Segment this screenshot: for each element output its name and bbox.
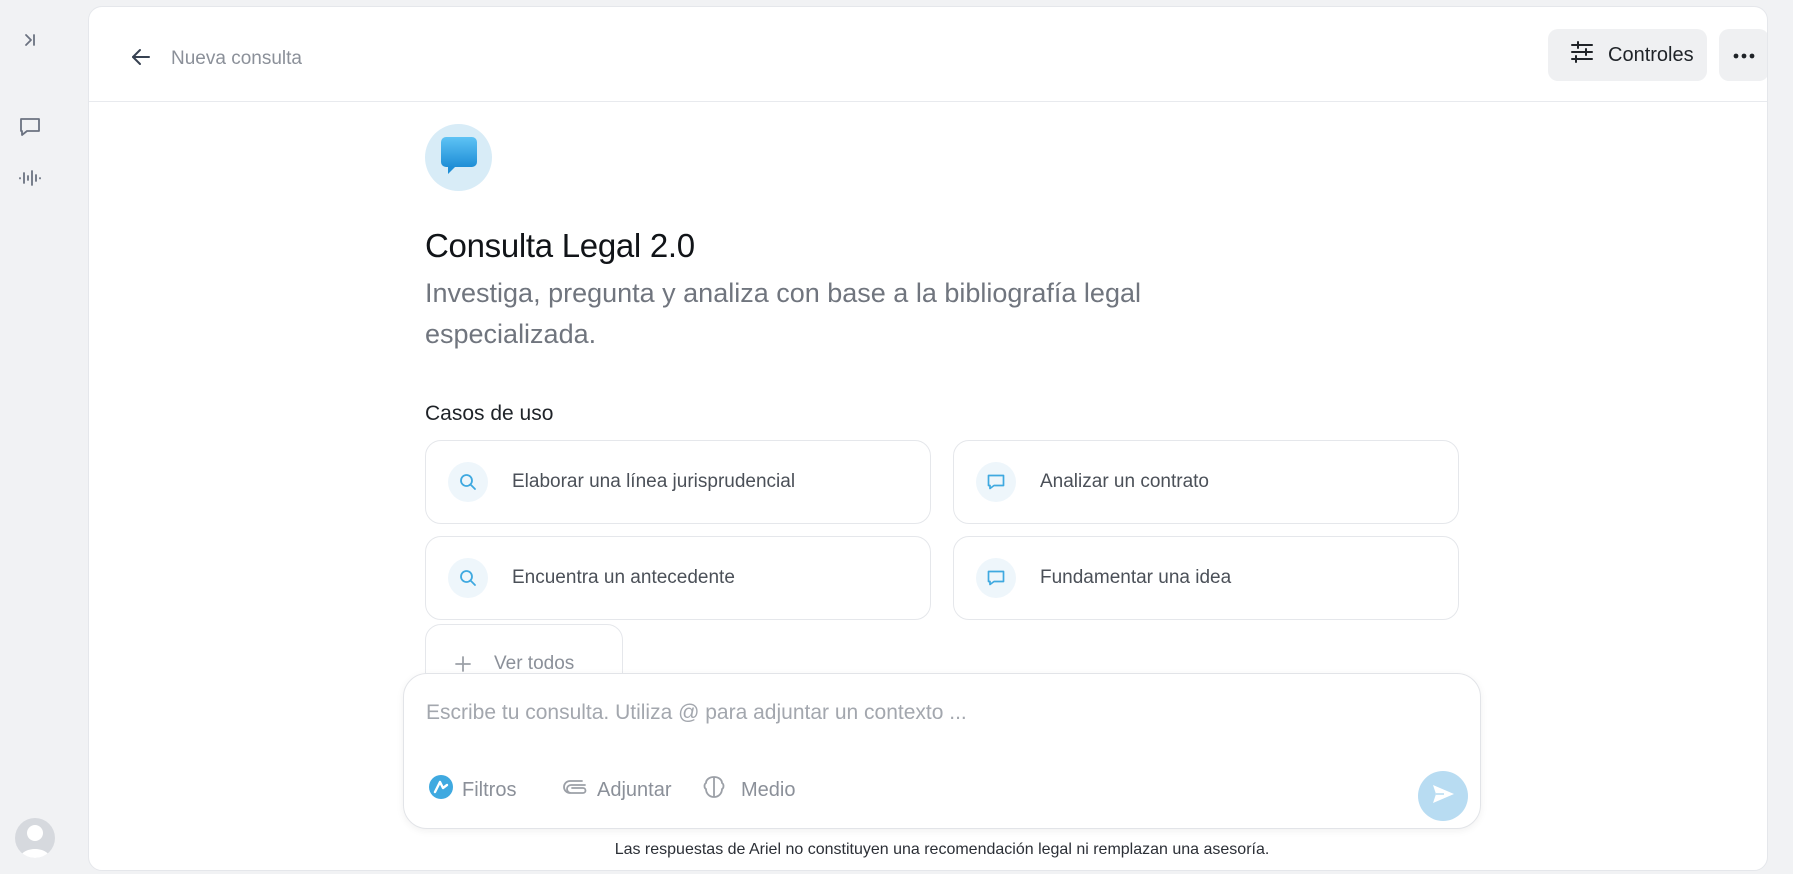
- query-input[interactable]: [426, 698, 1426, 728]
- agent-title: Consulta Legal 2.0: [425, 227, 695, 264]
- chat-icon: [18, 115, 42, 144]
- attach-button[interactable]: Adjuntar: [563, 775, 672, 805]
- brain-icon: [701, 774, 727, 806]
- chat-nav-button[interactable]: [14, 113, 46, 145]
- see-all-label: Ver todos: [494, 653, 575, 674]
- page-title: Nueva consulta: [171, 48, 302, 69]
- chat-icon: [987, 570, 1005, 586]
- use-case-label: Encuentra un antecedente: [512, 567, 735, 588]
- legal-disclaimer: Las respuestas de Ariel no constituyen u…: [614, 841, 1270, 858]
- mode-label: Medio: [741, 778, 796, 801]
- controls-button[interactable]: Controles: [1548, 29, 1707, 81]
- use-case-card[interactable]: Fundamentar una idea: [953, 536, 1459, 620]
- expand-sidebar-icon: [21, 31, 39, 54]
- use-case-label: Analizar un contrato: [1040, 471, 1209, 492]
- agent-subtitle: Investiga, pregunta y analiza con base a…: [425, 278, 1141, 349]
- left-rail: [0, 0, 88, 874]
- send-icon: [1430, 781, 1456, 812]
- search-icon: [460, 570, 476, 586]
- use-case-card[interactable]: Elaborar una línea jurisprudencial: [425, 440, 931, 524]
- use-case-label: Fundamentar una idea: [1040, 567, 1232, 588]
- send-button[interactable]: [1418, 771, 1468, 821]
- audio-wave-icon: [18, 168, 42, 193]
- sliders-icon: [1570, 41, 1594, 69]
- filter-logo-icon: [428, 774, 454, 806]
- user-icon: [20, 825, 50, 858]
- more-horizontal-icon: [1733, 46, 1755, 64]
- main-panel: Nueva consulta Controles Consulta Legal …: [88, 6, 1768, 871]
- use-cases-heading: Casos de uso: [425, 402, 554, 425]
- search-icon: [460, 474, 476, 490]
- arrow-left-icon: [129, 45, 153, 74]
- filters-button[interactable]: Filtros: [428, 775, 516, 805]
- more-options-button[interactable]: [1719, 29, 1767, 81]
- paperclip-icon: [563, 777, 589, 803]
- voice-nav-button[interactable]: [14, 164, 46, 196]
- use-case-card[interactable]: Encuentra un antecedente: [425, 536, 931, 620]
- agent-avatar: [425, 124, 492, 191]
- chat-icon: [987, 474, 1005, 490]
- speech-bubble-icon: [438, 134, 480, 181]
- user-avatar[interactable]: [15, 818, 55, 858]
- filters-label: Filtros: [462, 778, 517, 801]
- attach-label: Adjuntar: [597, 778, 672, 801]
- use-case-card[interactable]: Analizar un contrato: [953, 440, 1459, 524]
- mode-button[interactable]: Medio: [701, 775, 795, 805]
- use-case-label: Elaborar una línea jurisprudencial: [512, 471, 796, 492]
- back-button[interactable]: [125, 43, 157, 75]
- controls-label: Controles: [1608, 43, 1694, 66]
- top-bar: Nueva consulta Controles: [89, 7, 1767, 102]
- query-composer: Filtros Adjuntar Medio: [403, 673, 1481, 829]
- expand-sidebar-button[interactable]: [14, 26, 46, 58]
